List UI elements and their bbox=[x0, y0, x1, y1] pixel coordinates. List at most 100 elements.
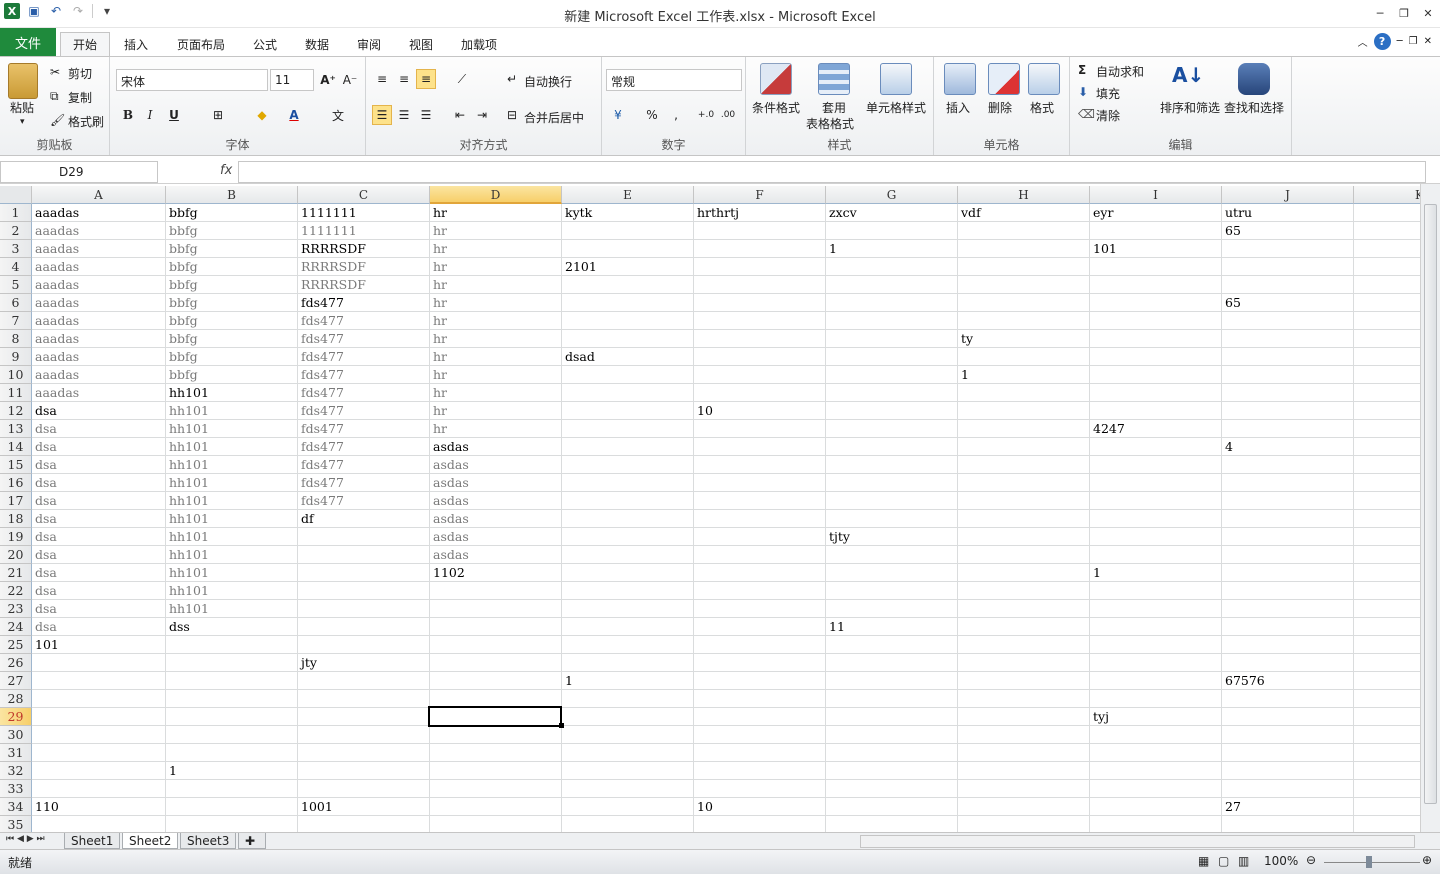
cell-e27[interactable]: 1 bbox=[562, 672, 694, 690]
cell-a25[interactable]: 101 bbox=[32, 636, 166, 654]
clear-icon[interactable]: ⌫ bbox=[1078, 107, 1095, 121]
row-header-25[interactable]: 25 bbox=[0, 636, 32, 654]
collapse-ribbon-icon[interactable]: ︿ bbox=[1358, 34, 1368, 49]
cell-b9[interactable]: bbfg bbox=[166, 348, 298, 366]
italic-button[interactable]: I bbox=[140, 105, 160, 125]
tab-formulas[interactable]: 公式 bbox=[244, 32, 286, 56]
paste-icon[interactable] bbox=[8, 63, 38, 99]
sheet-nav-icons[interactable]: ⏮ ◀ ▶ ⏭ bbox=[6, 834, 45, 844]
restore-icon[interactable]: ❐ bbox=[1392, 0, 1416, 26]
decrease-indent-icon[interactable]: ⇤ bbox=[450, 105, 470, 125]
cell-b22[interactable]: hh101 bbox=[166, 582, 298, 600]
cell-d4[interactable]: hr bbox=[430, 258, 562, 276]
cell-a13[interactable]: dsa bbox=[32, 420, 166, 438]
cell-a24[interactable]: dsa bbox=[32, 618, 166, 636]
column-header-g[interactable]: G bbox=[826, 186, 958, 204]
cell-d15[interactable]: asdas bbox=[430, 456, 562, 474]
cell-c18[interactable]: df bbox=[298, 510, 430, 528]
cell-h1[interactable]: vdf bbox=[958, 204, 1090, 222]
row-header-33[interactable]: 33 bbox=[0, 780, 32, 798]
conditional-format-button[interactable]: 条件格式 bbox=[752, 99, 800, 116]
cell-b3[interactable]: bbfg bbox=[166, 240, 298, 258]
sheet-tab-1[interactable]: Sheet1 bbox=[64, 833, 121, 849]
cell-c34[interactable]: 1001 bbox=[298, 798, 430, 816]
cell-c12[interactable]: fds477 bbox=[298, 402, 430, 420]
cell-i1[interactable]: eyr bbox=[1090, 204, 1222, 222]
cell-a8[interactable]: aaadas bbox=[32, 330, 166, 348]
view-page-break-icon[interactable]: ▥ bbox=[1238, 854, 1249, 868]
orientation-icon[interactable]: ⟋ bbox=[452, 69, 472, 89]
cell-a19[interactable]: dsa bbox=[32, 528, 166, 546]
cell-a7[interactable]: aaadas bbox=[32, 312, 166, 330]
row-header-10[interactable]: 10 bbox=[0, 366, 32, 384]
align-top-icon[interactable]: ≡ bbox=[372, 69, 392, 89]
cell-c1[interactable]: 1111111 bbox=[298, 204, 430, 222]
cell-g3[interactable]: 1 bbox=[826, 240, 958, 258]
row-header-1[interactable]: 1 bbox=[0, 204, 32, 222]
cell-b7[interactable]: bbfg bbox=[166, 312, 298, 330]
doc-close-icon[interactable]: ✕ bbox=[1424, 36, 1432, 47]
merge-center-icon[interactable]: ⊟ bbox=[502, 105, 522, 125]
row-header-23[interactable]: 23 bbox=[0, 600, 32, 618]
cell-d16[interactable]: asdas bbox=[430, 474, 562, 492]
cell-c8[interactable]: fds477 bbox=[298, 330, 430, 348]
cell-c5[interactable]: RRRRSDF bbox=[298, 276, 430, 294]
row-header-22[interactable]: 22 bbox=[0, 582, 32, 600]
cell-styles-button[interactable]: 单元格样式 bbox=[866, 99, 926, 116]
autosum-button[interactable]: 自动求和 bbox=[1096, 63, 1144, 80]
cell-c3[interactable]: RRRRSDF bbox=[298, 240, 430, 258]
cell-d3[interactable]: hr bbox=[430, 240, 562, 258]
row-header-29[interactable]: 29 bbox=[0, 708, 32, 726]
cell-b16[interactable]: hh101 bbox=[166, 474, 298, 492]
row-header-18[interactable]: 18 bbox=[0, 510, 32, 528]
format-painter-icon[interactable]: 🖌 bbox=[50, 113, 65, 127]
tab-review[interactable]: 审阅 bbox=[348, 32, 390, 56]
cell-d20[interactable]: asdas bbox=[430, 546, 562, 564]
cell-j6[interactable]: 65 bbox=[1222, 294, 1354, 312]
format-table-label2[interactable]: 表格格式 bbox=[806, 115, 854, 132]
column-header-f[interactable]: F bbox=[694, 186, 826, 204]
clear-button[interactable]: 清除 bbox=[1096, 107, 1120, 124]
cut-scissors-icon[interactable]: ✂ bbox=[50, 65, 60, 79]
view-normal-icon[interactable]: ▦ bbox=[1198, 854, 1209, 868]
cell-g1[interactable]: zxcv bbox=[826, 204, 958, 222]
tab-addins[interactable]: 加载项 bbox=[452, 32, 506, 56]
cell-d11[interactable]: hr bbox=[430, 384, 562, 402]
cell-a14[interactable]: dsa bbox=[32, 438, 166, 456]
cell-a21[interactable]: dsa bbox=[32, 564, 166, 582]
cell-a12[interactable]: dsa bbox=[32, 402, 166, 420]
spreadsheet-grid[interactable]: A B C D E F G H I J K 1 2 3 4 5 6 7 8 9 10 11 12 13 14 15 16 17 18 19… bbox=[0, 186, 1420, 832]
cell-b18[interactable]: hh101 bbox=[166, 510, 298, 528]
row-header-6[interactable]: 6 bbox=[0, 294, 32, 312]
row-header-30[interactable]: 30 bbox=[0, 726, 32, 744]
cell-b21[interactable]: hh101 bbox=[166, 564, 298, 582]
row-header-27[interactable]: 27 bbox=[0, 672, 32, 690]
format-painter-button[interactable]: 格式刷 bbox=[68, 113, 104, 130]
cell-c6[interactable]: fds477 bbox=[298, 294, 430, 312]
cell-c4[interactable]: RRRRSDF bbox=[298, 258, 430, 276]
cell-a3[interactable]: aaadas bbox=[32, 240, 166, 258]
align-center-icon[interactable]: ☰ bbox=[394, 105, 414, 125]
cell-d9[interactable]: hr bbox=[430, 348, 562, 366]
align-bottom-icon[interactable]: ≡ bbox=[416, 69, 436, 89]
minimize-icon[interactable]: ─ bbox=[1368, 0, 1392, 26]
new-sheet-icon[interactable]: ✚ bbox=[238, 833, 266, 849]
tab-view[interactable]: 视图 bbox=[400, 32, 442, 56]
cell-d19[interactable]: asdas bbox=[430, 528, 562, 546]
cell-b10[interactable]: bbfg bbox=[166, 366, 298, 384]
column-header-d[interactable]: D bbox=[430, 186, 562, 204]
cell-h10[interactable]: 1 bbox=[958, 366, 1090, 384]
doc-restore-icon[interactable]: ❐ bbox=[1409, 36, 1418, 47]
cell-d2[interactable]: hr bbox=[430, 222, 562, 240]
row-header-12[interactable]: 12 bbox=[0, 402, 32, 420]
cell-a10[interactable]: aaadas bbox=[32, 366, 166, 384]
cell-c15[interactable]: fds477 bbox=[298, 456, 430, 474]
tab-data[interactable]: 数据 bbox=[296, 32, 338, 56]
find-select-button[interactable]: 查找和选择 bbox=[1224, 99, 1284, 116]
cell-a18[interactable]: dsa bbox=[32, 510, 166, 528]
row-header-32[interactable]: 32 bbox=[0, 762, 32, 780]
borders-icon[interactable]: ⊞ bbox=[208, 105, 228, 125]
font-name-select[interactable]: 宋体 bbox=[116, 69, 268, 91]
cell-f12[interactable]: 10 bbox=[694, 402, 826, 420]
currency-icon[interactable]: ¥ bbox=[608, 105, 628, 125]
